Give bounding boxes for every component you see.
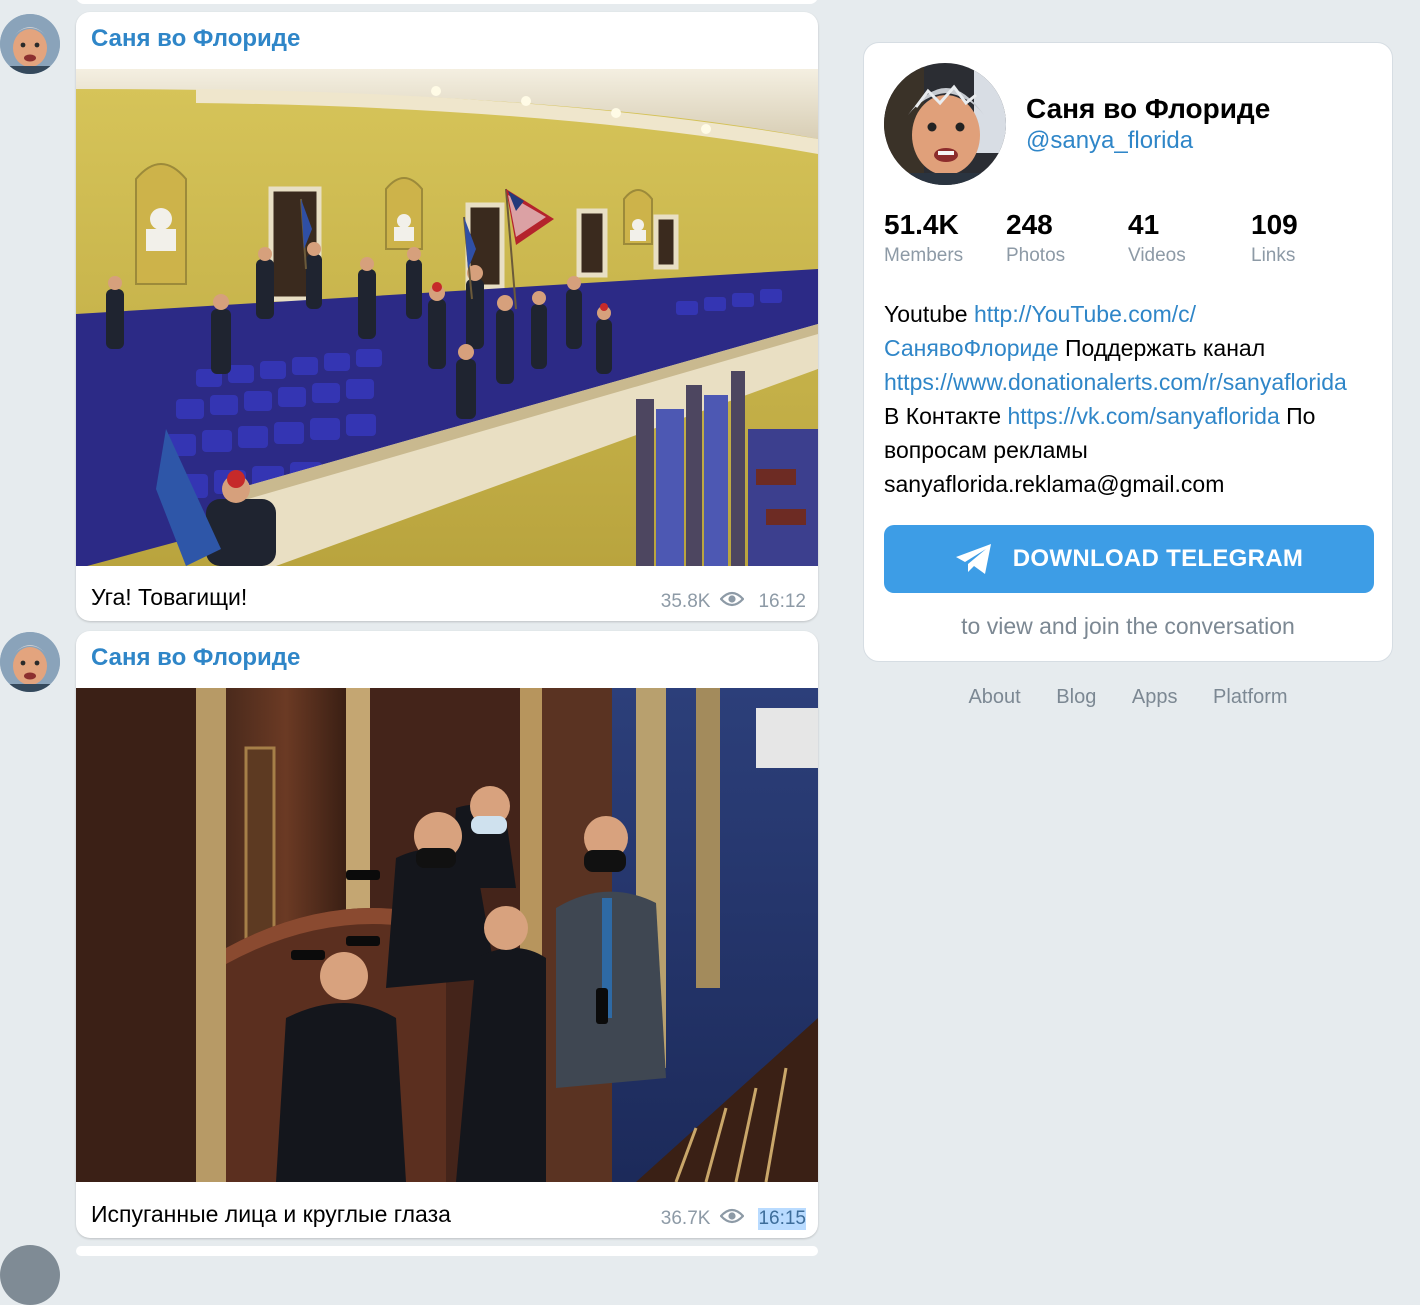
message-text: Испуганные лица и круглые глаза xyxy=(91,1201,451,1227)
message-photo[interactable] xyxy=(76,688,818,1182)
description-text: Поддержать канал xyxy=(1058,335,1266,361)
message-photo[interactable] xyxy=(76,69,818,566)
contact-email: sanyaflorida.reklama@gmail.com xyxy=(884,471,1225,497)
vk-link[interactable]: https://vk.com/sanyaflorida xyxy=(1007,403,1279,429)
stat-photos[interactable]: 248 Photos xyxy=(1006,209,1065,267)
view-count: 36.7K xyxy=(660,1208,711,1229)
message-author-avatar[interactable] xyxy=(0,632,60,692)
message-author-name[interactable]: Саня во Флориде xyxy=(91,25,300,53)
download-button-label: DOWNLOAD TELEGRAM xyxy=(1012,545,1304,572)
eye-icon xyxy=(719,591,745,613)
youtube-link-continued[interactable]: СанявоФлориде xyxy=(884,335,1059,361)
stat-value: 248 xyxy=(1006,209,1053,240)
channel-info-card: Саня во Флориде @sanya_florida 51.4K Mem… xyxy=(863,42,1393,662)
message-time[interactable]: 16:12 xyxy=(758,591,806,613)
eye-icon xyxy=(719,1208,745,1230)
message-meta: 35.8K 16:12 xyxy=(661,591,806,613)
download-telegram-button[interactable]: DOWNLOAD TELEGRAM xyxy=(884,525,1374,593)
description-text: Youtube xyxy=(884,301,974,327)
stat-videos[interactable]: 41 Videos xyxy=(1128,209,1186,267)
footer-link-apps[interactable]: Apps xyxy=(1132,686,1178,708)
next-message-edge xyxy=(76,1246,818,1256)
join-hint: to view and join the conversation xyxy=(961,613,1295,639)
youtube-link[interactable]: http://YouTube.com/c/ xyxy=(974,301,1196,327)
stat-value: 109 xyxy=(1251,209,1298,240)
donation-link[interactable]: https://www.donationalerts.com/r/sanyafl… xyxy=(884,369,1347,395)
message-text: Уга! Товагищи! xyxy=(91,584,248,610)
message-author-avatar[interactable] xyxy=(0,14,60,74)
channel-title: Саня во Флориде xyxy=(1026,93,1271,124)
channel-avatar xyxy=(884,63,1006,185)
footer-link-blog[interactable]: Blog xyxy=(1056,686,1096,708)
stat-value: 41 xyxy=(1128,209,1160,240)
stat-label: Links xyxy=(1251,245,1296,266)
message-bubble: Саня во Флориде xyxy=(76,631,818,1238)
message-time[interactable]: 16:15 xyxy=(758,1208,806,1230)
stat-label: Photos xyxy=(1006,245,1066,266)
stat-value: 51.4K xyxy=(884,209,959,240)
next-message-avatar-edge xyxy=(0,1245,60,1305)
footer-link-platform[interactable]: Platform xyxy=(1213,686,1287,708)
message-bubble: Саня во Флориде xyxy=(76,12,818,621)
channel-description: Youtube http://YouTube.com/c/СанявоФлори… xyxy=(884,297,1392,501)
stat-links[interactable]: 109 Links xyxy=(1251,209,1298,267)
previous-message-edge xyxy=(76,0,818,4)
footer-links: About Blog Apps Platform xyxy=(863,686,1393,709)
description-text: В Контакте xyxy=(884,403,1008,429)
stat-members: 51.4K Members xyxy=(884,209,963,267)
stat-label: Members xyxy=(884,245,964,266)
message-author-name[interactable]: Саня во Флориде xyxy=(91,644,300,672)
footer-link-about[interactable]: About xyxy=(968,686,1020,708)
view-count: 35.8K xyxy=(660,591,711,612)
telegram-plane-icon xyxy=(955,543,993,575)
message-meta: 36.7K 16:15 xyxy=(661,1208,806,1230)
stat-label: Videos xyxy=(1128,245,1186,266)
channel-handle-link[interactable]: @sanya_florida xyxy=(1026,127,1193,155)
